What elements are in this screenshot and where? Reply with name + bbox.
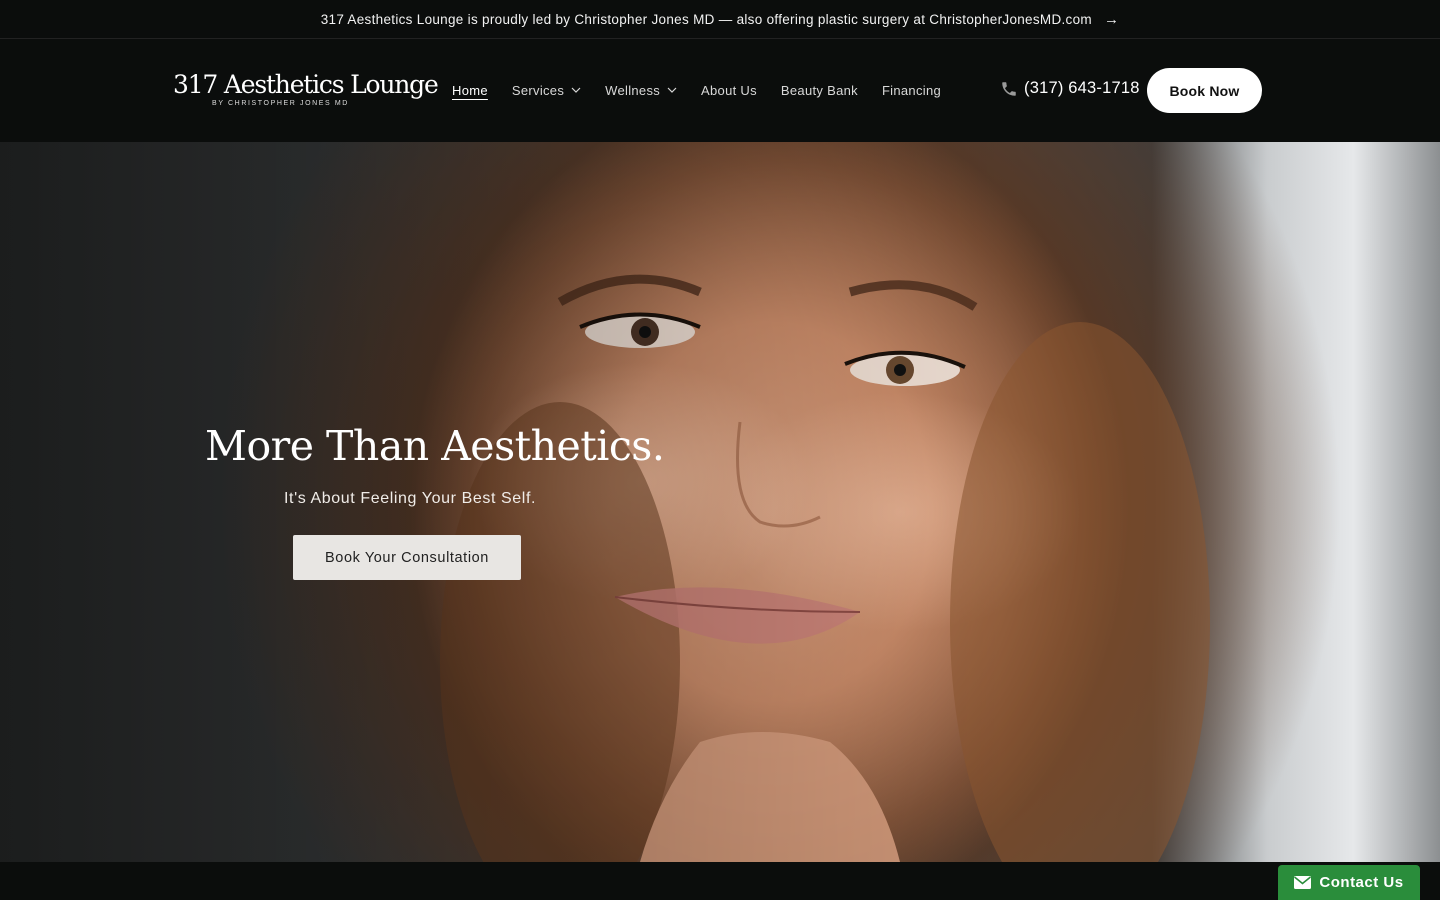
site-logo[interactable]: 317 Aesthetics Lounge BY CHRISTOPHER JON… [173, 70, 439, 112]
nav-item-wellness[interactable]: Wellness [605, 80, 677, 100]
hero-subtitle: It's About Feeling Your Best Self. [284, 490, 537, 507]
nav-item-label: Beauty Bank [780, 82, 858, 98]
contact-us-label: Contact Us [1319, 874, 1404, 891]
nav-item-label: Financing [881, 82, 942, 98]
logo-wordmark: 317 Aesthetics Lounge [173, 70, 439, 99]
phone-icon [1002, 81, 1016, 96]
nav-item-home[interactable]: Home [452, 80, 488, 100]
hero-section: More Than Aesthetics. It's About Feeling… [0, 142, 1440, 862]
main-nav: Home Services Wellness About Us Beauty B… [452, 80, 965, 100]
announcement-bar[interactable]: 317 Aesthetics Lounge is proudly led by … [0, 0, 1440, 39]
chevron-down-icon [667, 87, 677, 93]
nav-item-label: About Us [701, 82, 757, 98]
envelope-icon [1294, 876, 1312, 889]
nav-item-label: Home [452, 82, 488, 98]
nav-item-about-us[interactable]: About Us [701, 80, 757, 100]
hero-overlay [0, 142, 1440, 862]
phone-number: (317) 643-1718 [1024, 79, 1140, 97]
nav-item-beauty-bank[interactable]: Beauty Bank [781, 80, 858, 100]
chevron-down-icon [571, 87, 581, 93]
nav-item-services[interactable]: Services [512, 80, 581, 100]
announcement-text: 317 Aesthetics Lounge is proudly led by … [320, 11, 1092, 27]
phone-link[interactable]: (317) 643-1718 [1000, 79, 1140, 98]
contact-us-widget[interactable]: Contact Us [1278, 865, 1420, 900]
book-consultation-button[interactable]: Book Your Consultation [293, 535, 521, 580]
nav-item-label: Services [511, 82, 565, 98]
nav-item-financing[interactable]: Financing [882, 80, 941, 100]
hero-title: More Than Aesthetics. [205, 422, 665, 470]
arrow-right-icon: → [1103, 10, 1120, 28]
logo-subtitle: BY CHRISTOPHER JONES MD [212, 100, 349, 107]
nav-item-label: Wellness [605, 82, 661, 98]
book-now-button[interactable]: Book Now [1147, 68, 1262, 113]
site-header: 317 Aesthetics Lounge BY CHRISTOPHER JON… [0, 39, 1440, 142]
